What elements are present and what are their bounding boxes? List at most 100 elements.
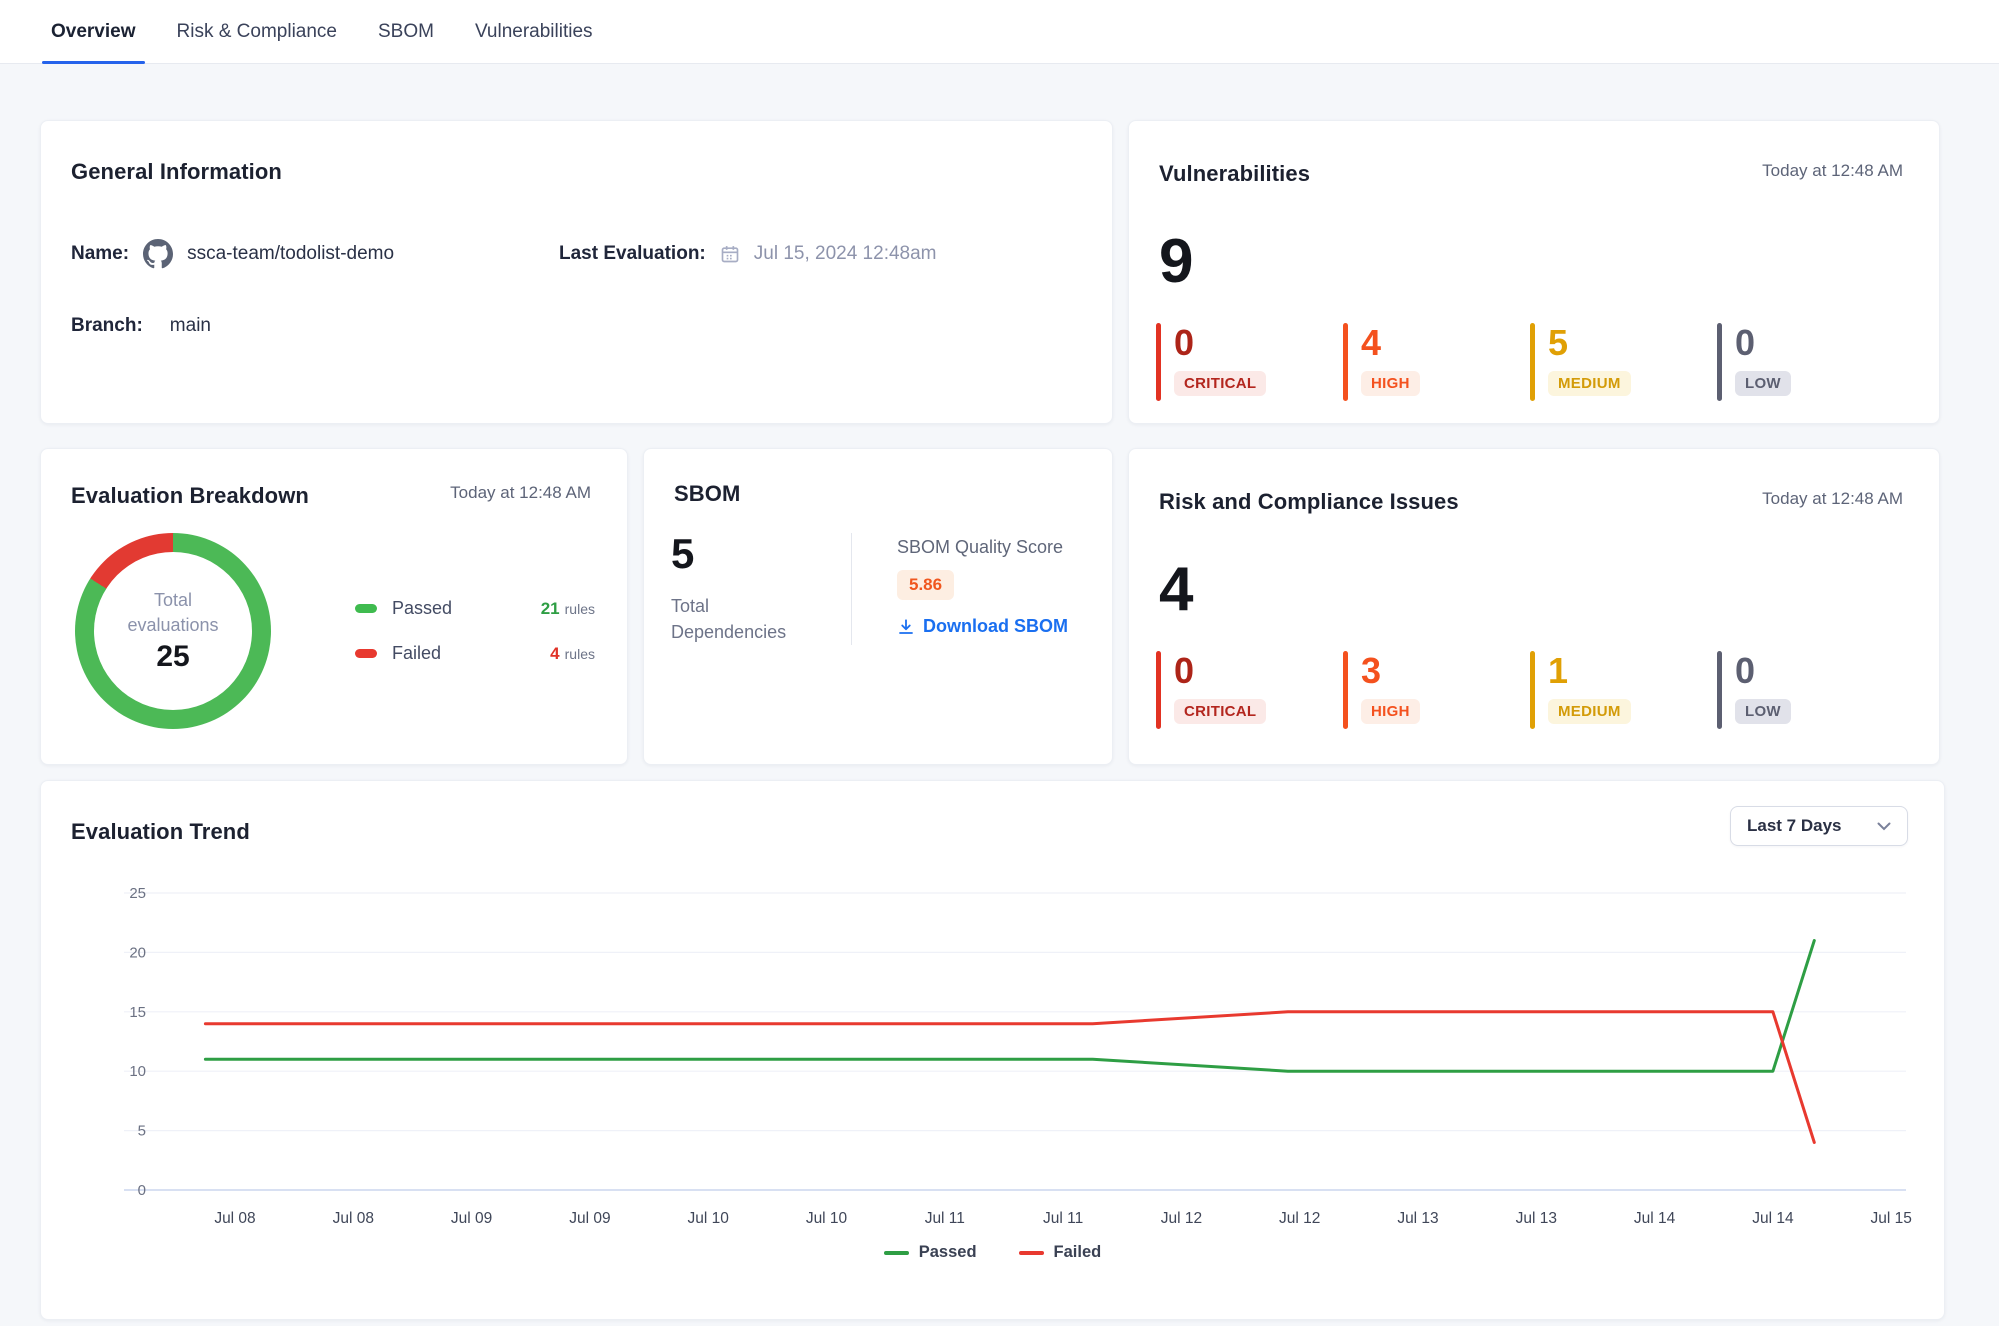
svg-text:Jul 13: Jul 13 <box>1397 1210 1438 1227</box>
vulnerabilities-card: Vulnerabilities Today at 12:48 AM 9 0CRI… <box>1128 120 1940 424</box>
risk-severity-row: 0 CRITICAL 3 HIGH 1 MEDIUM 0 LOW <box>1156 651 1939 729</box>
sbom-total-dependencies: 5 <box>671 533 851 575</box>
severity-badge: MEDIUM <box>1548 699 1631 724</box>
severity-count: 1 <box>1548 651 1568 691</box>
tab-risk-compliance[interactable]: Risk & Compliance <box>168 0 347 63</box>
svg-text:0: 0 <box>138 1182 146 1199</box>
severity-bar <box>1343 323 1348 401</box>
svg-text:Jul 11: Jul 11 <box>1043 1210 1083 1227</box>
name-label: Name: <box>71 243 129 265</box>
tab-overview[interactable]: Overview <box>42 0 145 63</box>
last-evaluation-label: Last Evaluation: <box>559 243 706 265</box>
legend-swatch <box>1019 1251 1044 1255</box>
svg-text:Jul 12: Jul 12 <box>1279 1210 1320 1227</box>
severity-item-medium: 1 MEDIUM <box>1530 651 1717 729</box>
svg-text:Jul 08: Jul 08 <box>333 1210 374 1227</box>
breakdown-legend: Passed21 rules Failed4rules <box>355 598 595 664</box>
severity-bar <box>1156 651 1161 729</box>
svg-text:Jul 10: Jul 10 <box>806 1210 848 1227</box>
severity-count: 0 <box>1735 651 1755 691</box>
svg-text:Jul 14: Jul 14 <box>1752 1210 1794 1227</box>
evaluation-breakdown-title: Evaluation Breakdown <box>71 483 309 509</box>
legend-label: Passed <box>392 598 541 619</box>
legend-unit: rules <box>565 601 595 617</box>
severity-item-critical: 0 CRITICAL <box>1156 651 1343 729</box>
risk-compliance-card: Risk and Compliance Issues Today at 12:4… <box>1128 448 1940 765</box>
tab-bar: Overview Risk & Compliance SBOM Vulnerabili… <box>0 0 1999 64</box>
severity-badge: LOW <box>1735 699 1791 724</box>
svg-text:20: 20 <box>129 944 146 961</box>
legend-swatch <box>884 1251 909 1255</box>
svg-text:Jul 14: Jul 14 <box>1634 1210 1676 1227</box>
github-icon <box>143 239 173 269</box>
row-overview-top: General Information Name: ssca-team/todo… <box>40 120 1959 424</box>
svg-text:Jul 08: Jul 08 <box>214 1210 255 1227</box>
severity-bar <box>1156 323 1161 401</box>
legend-count: 21 <box>541 599 560 618</box>
severity-count: 5 <box>1548 323 1568 363</box>
donut-total-value: 25 <box>156 640 189 674</box>
severity-count: 3 <box>1361 651 1381 691</box>
severity-bar <box>1530 323 1535 401</box>
severity-item-low: 0 LOW <box>1717 651 1904 729</box>
tab-sbom[interactable]: SBOM <box>369 0 443 63</box>
calendar-icon <box>720 244 740 264</box>
svg-text:Jul 15: Jul 15 <box>1871 1210 1912 1227</box>
evaluation-breakdown-card: Evaluation Breakdown Today at 12:48 AM T… <box>40 448 628 765</box>
evaluations-donut-chart: Total evaluations 25 <box>75 533 271 729</box>
severity-badge: HIGH <box>1361 699 1420 724</box>
svg-text:Jul 13: Jul 13 <box>1516 1210 1557 1227</box>
severity-count: 0 <box>1174 323 1194 363</box>
branch-value: main <box>170 315 211 337</box>
donut-center-label: Total <box>154 588 192 612</box>
svg-text:Jul 11: Jul 11 <box>925 1210 965 1227</box>
severity-item-critical: 0 CRITICAL <box>1156 323 1343 401</box>
svg-text:Jul 10: Jul 10 <box>688 1210 730 1227</box>
severity-count: 0 <box>1174 651 1194 691</box>
severity-count: 4 <box>1361 323 1381 363</box>
tab-vulnerabilities[interactable]: Vulnerabilities <box>466 0 602 63</box>
severity-bar <box>1717 323 1722 401</box>
evaluation-trend-card: Evaluation Trend Last 7 Days 0510152025J… <box>40 780 1945 1320</box>
severity-item-high: 4 HIGH <box>1343 323 1530 401</box>
evaluation-trend-chart: 0510152025Jul 08Jul 08Jul 09Jul 09Jul 10… <box>41 781 1946 1321</box>
sbom-dependencies: 5 Total Dependencies <box>671 533 851 645</box>
breakdown-legend-failed: Failed4rules <box>355 643 595 664</box>
sbom-total-label: Total Dependencies <box>671 593 851 645</box>
last-evaluation-value: Jul 15, 2024 12:48am <box>754 243 937 265</box>
trend-legend-passed: Passed <box>884 1243 977 1262</box>
svg-text:5: 5 <box>138 1123 146 1140</box>
legend-swatch <box>355 604 377 613</box>
risk-compliance-title: Risk and Compliance Issues <box>1159 489 1459 515</box>
severity-badge: HIGH <box>1361 371 1420 396</box>
repo-name-value: ssca-team/todolist-demo <box>187 243 394 265</box>
trend-legend: PassedFailed <box>41 1243 1944 1262</box>
severity-badge: LOW <box>1735 371 1791 396</box>
sbom-quality-score-label: SBOM Quality Score <box>897 537 1068 558</box>
general-information-card: General Information Name: ssca-team/todo… <box>40 120 1113 424</box>
vulnerabilities-timestamp: Today at 12:48 AM <box>1762 161 1903 181</box>
svg-text:Jul 09: Jul 09 <box>569 1210 610 1227</box>
severity-badge: CRITICAL <box>1174 699 1266 724</box>
vulnerabilities-title: Vulnerabilities <box>1159 161 1310 187</box>
severity-item-low: 0LOW <box>1717 323 1904 401</box>
sbom-title: SBOM <box>674 481 740 507</box>
download-sbom-link[interactable]: Download SBOM <box>897 616 1068 637</box>
general-information-title: General Information <box>71 159 282 185</box>
legend-count: 4 <box>550 644 559 663</box>
sbom-quality-score-value: 5.86 <box>897 570 954 600</box>
svg-text:Jul 09: Jul 09 <box>451 1210 492 1227</box>
severity-item-medium: 5 MEDIUM <box>1530 323 1717 401</box>
vulnerabilities-severity-row: 0 CRITICAL 4 HIGH 5 MEDIUM 0LOW <box>1156 323 1939 401</box>
severity-badge: MEDIUM <box>1548 371 1631 396</box>
legend-label: Passed <box>919 1243 977 1262</box>
dashboard-content: General Information Name: ssca-team/todo… <box>0 120 1999 1320</box>
evaluation-breakdown-timestamp: Today at 12:48 AM <box>450 483 591 503</box>
legend-swatch <box>355 649 377 658</box>
severity-item-high: 3 HIGH <box>1343 651 1530 729</box>
general-information-fields: Name: ssca-team/todolist-demo Last Evalu… <box>41 185 1112 337</box>
svg-text:10: 10 <box>129 1063 146 1080</box>
breakdown-legend-passed: Passed21 rules <box>355 598 595 619</box>
severity-badge: CRITICAL <box>1174 371 1266 396</box>
risk-compliance-total: 4 <box>1159 559 1939 621</box>
